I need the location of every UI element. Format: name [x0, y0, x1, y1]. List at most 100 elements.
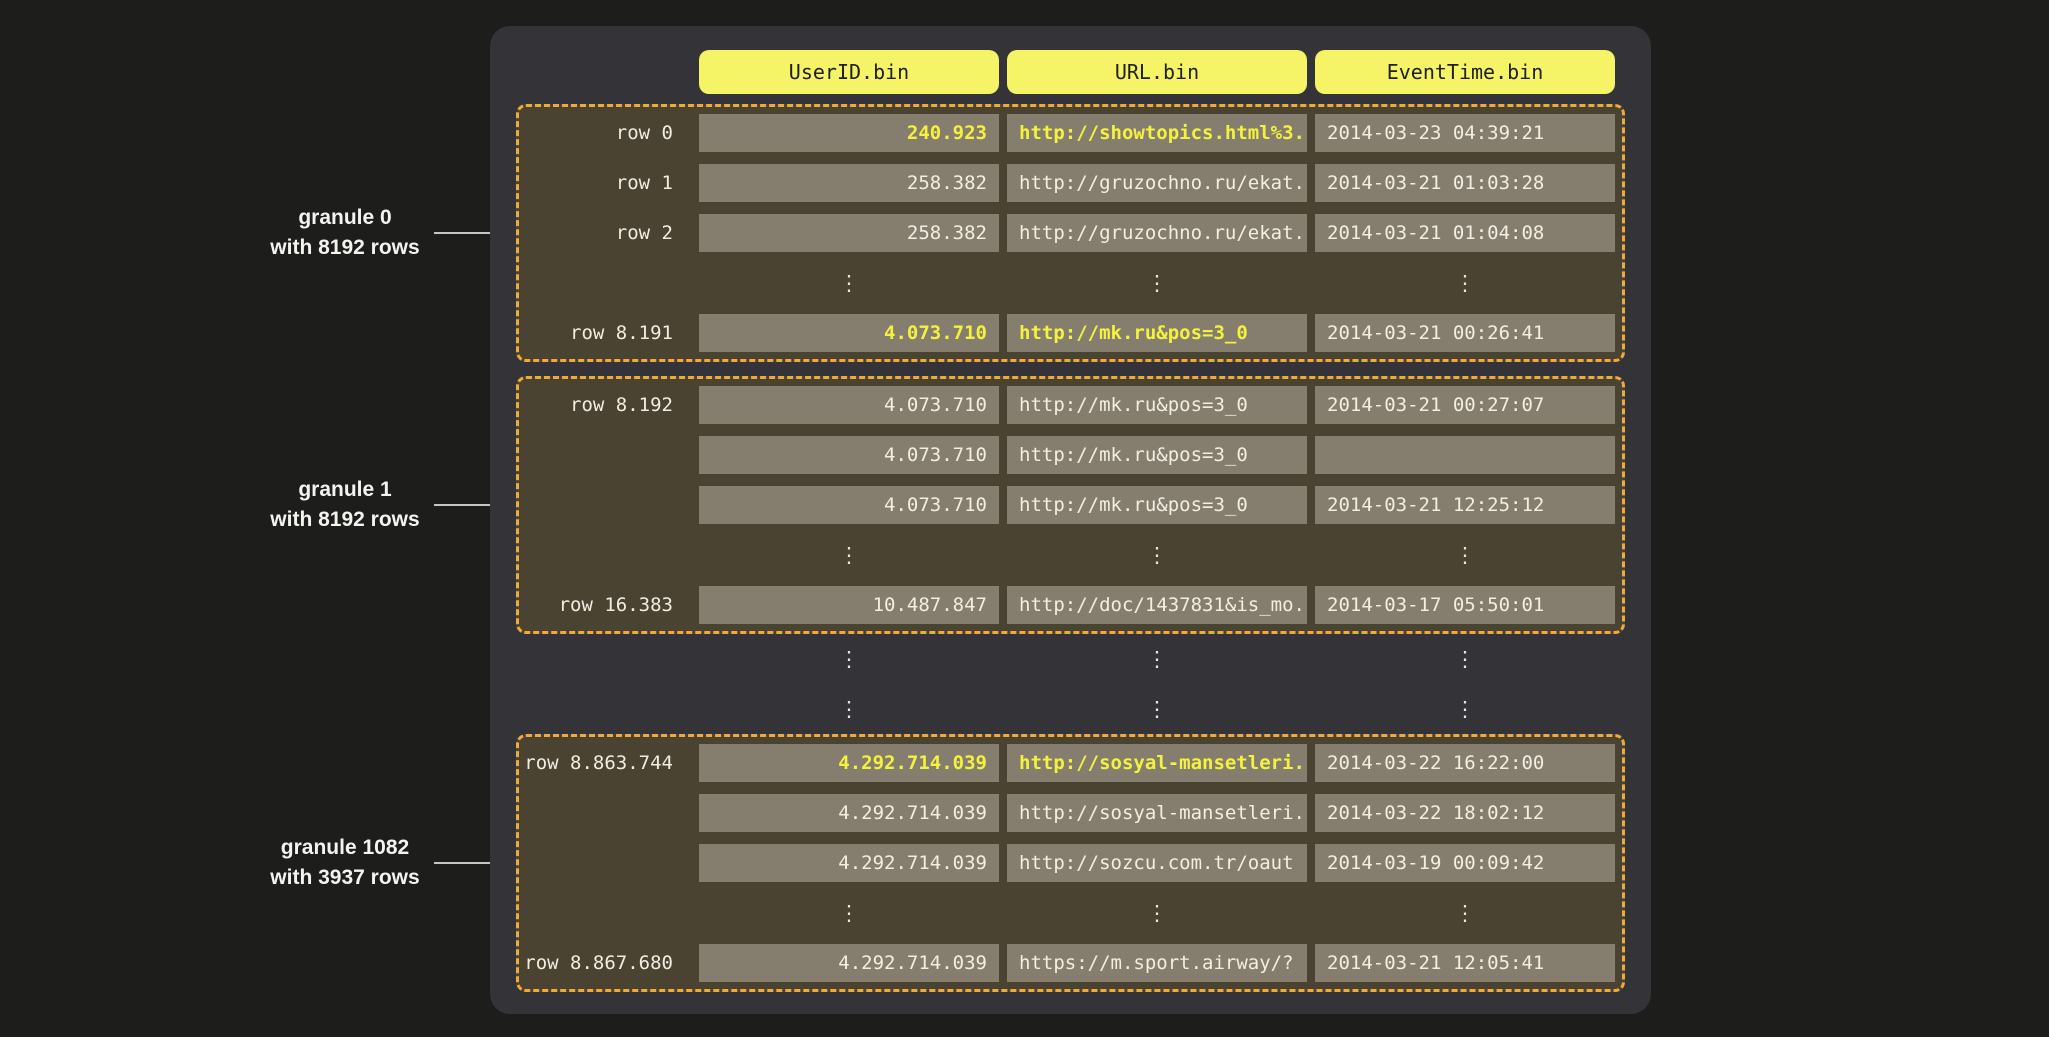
table-row: row 16.383 10.487.847 http://doc/1437831… [526, 586, 1615, 624]
ellipsis-spacer [526, 264, 691, 302]
granule-1-box: row 8.192 4.073.710 http://mk.ru&pos=3_0… [516, 376, 1625, 634]
table-row: row 8.863.744 4.292.714.039 http://sosya… [526, 744, 1615, 782]
ellipsis-marker: ⋮ [699, 640, 999, 678]
row-label: row 0 [526, 114, 691, 152]
granule-0-annotation: granule 0 with 8192 rows [225, 203, 465, 263]
url-cell: https://m.sport.airway/? [1007, 944, 1307, 982]
userid-cell: 4.073.710 [699, 436, 999, 474]
granule-0-annotation-line1: granule 0 [225, 203, 465, 233]
url-cell: http://mk.ru&pos=3_0 [1007, 436, 1307, 474]
ellipsis-spacer [526, 640, 691, 678]
eventtime-cell: 2014-03-21 00:26:41 [1315, 314, 1615, 352]
userid-cell: 4.073.710 [699, 486, 999, 524]
userid-cell: 4.073.710 [699, 386, 999, 424]
eventtime-cell [1315, 436, 1615, 474]
ellipsis-spacer [526, 536, 691, 574]
url-cell: http://doc/1437831&is_mo... [1007, 586, 1307, 624]
eventtime-cell: 2014-03-21 12:25:12 [1315, 486, 1615, 524]
row-label: row 2 [526, 214, 691, 252]
table-row: 4.292.714.039 http://sozcu.com.tr/oaut 2… [526, 844, 1615, 882]
url-cell: http://sozcu.com.tr/oaut [1007, 844, 1307, 882]
ellipsis-marker: ⋮ [1315, 894, 1615, 932]
eventtime-cell: 2014-03-23 04:39:21 [1315, 114, 1615, 152]
header-spacer [526, 50, 691, 94]
ellipsis-spacer [526, 894, 691, 932]
row-label: row 8.192 [526, 386, 691, 424]
eventtime-cell: 2014-03-17 05:50:01 [1315, 586, 1615, 624]
userid-cell: 240.923 [699, 114, 999, 152]
row-label [526, 844, 691, 882]
row-label: row 1 [526, 164, 691, 202]
ellipsis-marker: ⋮ [1315, 690, 1615, 728]
eventtime-cell: 2014-03-22 18:02:12 [1315, 794, 1615, 832]
ellipsis-marker: ⋮ [1007, 264, 1307, 302]
granules-diagram: granule 0 with 8192 rows granule 1 with … [0, 0, 2049, 1037]
granule-1082-annotation: granule 1082 with 3937 rows [225, 833, 465, 893]
eventtime-cell: 2014-03-21 00:27:07 [1315, 386, 1615, 424]
granule-1-annotation-line1: granule 1 [225, 475, 465, 505]
url-cell: http://mk.ru&pos=3_0 [1007, 486, 1307, 524]
column-header-userid-bin: UserID.bin [699, 50, 999, 94]
granule-0-box: row 0 240.923 http://showtopics.html%3..… [516, 104, 1625, 362]
table-row: 4.073.710 http://mk.ru&pos=3_0 [526, 436, 1615, 474]
url-cell: http://mk.ru&pos=3_0 [1007, 314, 1307, 352]
ellipsis-marker: ⋮ [1315, 536, 1615, 574]
skipped-granules-gap: ⋮ ⋮ ⋮ ⋮ ⋮ ⋮ [516, 634, 1625, 734]
granule-1082-annotation-line1: granule 1082 [225, 833, 465, 863]
table-row: 4.073.710 http://mk.ru&pos=3_0 2014-03-2… [526, 486, 1615, 524]
granule-1-annotation: granule 1 with 8192 rows [225, 475, 465, 535]
eventtime-cell: 2014-03-21 12:05:41 [1315, 944, 1615, 982]
ellipsis-row: ⋮ ⋮ ⋮ [526, 264, 1615, 302]
eventtime-cell: 2014-03-21 01:04:08 [1315, 214, 1615, 252]
ellipsis-marker: ⋮ [699, 690, 999, 728]
ellipsis-spacer [526, 690, 691, 728]
ellipsis-marker: ⋮ [1007, 690, 1307, 728]
ellipsis-marker: ⋮ [699, 536, 999, 574]
table-row: row 8.191 4.073.710 http://mk.ru&pos=3_0… [526, 314, 1615, 352]
row-label: row 8.867.680 [526, 944, 691, 982]
column-header-eventtime-bin: EventTime.bin [1315, 50, 1615, 94]
row-label: row 16.383 [526, 586, 691, 624]
ellipsis-marker: ⋮ [699, 264, 999, 302]
row-label [526, 794, 691, 832]
table-row: row 0 240.923 http://showtopics.html%3..… [526, 114, 1615, 152]
granule-1082-annotation-line2: with 3937 rows [225, 863, 465, 893]
userid-cell: 4.292.714.039 [699, 944, 999, 982]
userid-cell: 4.292.714.039 [699, 844, 999, 882]
column-headers: UserID.bin URL.bin EventTime.bin [526, 50, 1625, 94]
url-cell: http://gruzochno.ru/ekat... [1007, 164, 1307, 202]
granule-1-annotation-line2: with 8192 rows [225, 505, 465, 535]
table-row: row 1 258.382 http://gruzochno.ru/ekat..… [526, 164, 1615, 202]
userid-cell: 258.382 [699, 164, 999, 202]
table-row: 4.292.714.039 http://sosyal-mansetleri..… [526, 794, 1615, 832]
row-label: row 8.191 [526, 314, 691, 352]
url-cell: http://mk.ru&pos=3_0 [1007, 386, 1307, 424]
eventtime-cell: 2014-03-22 16:22:00 [1315, 744, 1615, 782]
userid-cell: 4.292.714.039 [699, 744, 999, 782]
granule-1082-box: row 8.863.744 4.292.714.039 http://sosya… [516, 734, 1625, 992]
url-cell: http://showtopics.html%3... [1007, 114, 1307, 152]
ellipsis-marker: ⋮ [1007, 894, 1307, 932]
table-row: row 8.192 4.073.710 http://mk.ru&pos=3_0… [526, 386, 1615, 424]
ellipsis-marker: ⋮ [1007, 536, 1307, 574]
ellipsis-marker: ⋮ [1315, 640, 1615, 678]
ellipsis-row: ⋮ ⋮ ⋮ [526, 690, 1625, 728]
row-label: row 8.863.744 [526, 744, 691, 782]
eventtime-cell: 2014-03-21 01:03:28 [1315, 164, 1615, 202]
row-label [526, 486, 691, 524]
ellipsis-marker: ⋮ [1315, 264, 1615, 302]
userid-cell: 258.382 [699, 214, 999, 252]
ellipsis-marker: ⋮ [1007, 640, 1307, 678]
url-cell: http://sosyal-mansetleri... [1007, 794, 1307, 832]
table-row: row 2 258.382 http://gruzochno.ru/ekat..… [526, 214, 1615, 252]
column-files-panel: UserID.bin URL.bin EventTime.bin row 0 2… [490, 26, 1651, 1014]
granule-0-annotation-line2: with 8192 rows [225, 233, 465, 263]
ellipsis-row: ⋮ ⋮ ⋮ [526, 894, 1615, 932]
userid-cell: 4.073.710 [699, 314, 999, 352]
userid-cell: 10.487.847 [699, 586, 999, 624]
ellipsis-row: ⋮ ⋮ ⋮ [526, 640, 1625, 678]
row-label [526, 436, 691, 474]
userid-cell: 4.292.714.039 [699, 794, 999, 832]
ellipsis-marker: ⋮ [699, 894, 999, 932]
url-cell: http://gruzochno.ru/ekat... [1007, 214, 1307, 252]
